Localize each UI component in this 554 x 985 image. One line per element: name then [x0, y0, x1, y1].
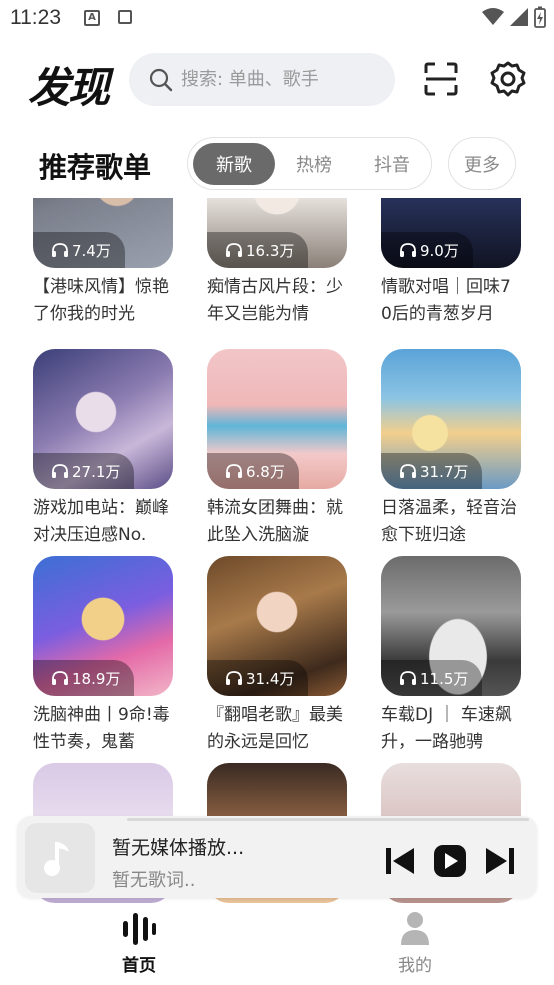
player-album-art[interactable]	[25, 823, 95, 893]
recommend-section-header: 推荐歌单 新歌 热榜 抖音 更多	[0, 137, 554, 191]
playlist-title[interactable]: 日落温柔，轻音治愈下班归途	[381, 495, 521, 549]
play-count: 31.4万	[246, 669, 295, 688]
headphones-icon	[226, 671, 242, 685]
playlist-card[interactable]: 7.4万【港味风情】惊艳了你我的时光	[33, 198, 173, 328]
mini-player[interactable]: 暂无媒体播放... 暂无歌词..	[17, 816, 537, 898]
play-count: 6.8万	[246, 462, 285, 481]
playlist-card[interactable]: 9.0万情歌对唱｜回味70后的青葱岁月	[381, 198, 521, 328]
play-count: 7.4万	[72, 241, 111, 260]
playlist-title[interactable]: 痴情古风片段：少年又岂能为情	[207, 274, 347, 328]
playlist-cover[interactable]: 31.7万	[381, 349, 521, 489]
nav-mine[interactable]: 我的	[375, 911, 455, 976]
search-bar[interactable]	[129, 53, 395, 106]
next-track-icon[interactable]	[483, 844, 517, 878]
nav-home-label: 首页	[122, 956, 156, 976]
status-bar: 11:23 A	[0, 0, 554, 36]
headphones-icon	[52, 671, 68, 685]
play-count-badge: 7.4万	[33, 232, 125, 268]
playlist-title[interactable]: 洗脑神曲丨9命!毒性节奏，鬼蓄	[33, 702, 173, 756]
play-count-badge: 11.5万	[381, 660, 483, 696]
player-title: 暂无媒体播放...	[112, 837, 245, 859]
playlist-cover[interactable]: 9.0万	[381, 198, 521, 268]
section-title: 推荐歌单	[39, 151, 152, 184]
playlist-cover[interactable]: 18.9万	[33, 556, 173, 696]
headphones-icon	[226, 243, 242, 257]
playlist-cover[interactable]: 11.5万	[381, 556, 521, 696]
play-count-badge: 27.1万	[33, 453, 135, 489]
play-count-badge: 31.7万	[381, 453, 483, 489]
search-icon	[149, 68, 173, 91]
headphones-icon	[52, 243, 68, 257]
playlist-title[interactable]: 『翻唱老歌』最美的永远是回忆	[207, 702, 347, 756]
playlist-grid: 7.4万【港味风情】惊艳了你我的时光 16.3万痴情古风片段：少年又岂能为情 9.0…	[0, 198, 554, 903]
play-count-badge: 6.8万	[207, 453, 299, 489]
playlist-title[interactable]: 游戏加电站：巅峰对决压迫感No.	[33, 495, 173, 549]
more-button[interactable]: 更多	[448, 137, 516, 190]
play-count-badge: 16.3万	[207, 232, 309, 268]
search-input[interactable]	[181, 69, 381, 90]
playlist-cover[interactable]: 27.1万	[33, 349, 173, 489]
headphones-icon	[52, 464, 68, 478]
playlist-cover[interactable]: 16.3万	[207, 198, 347, 268]
user-profile-icon	[401, 912, 429, 945]
header: 发现	[0, 50, 554, 112]
playlist-card[interactable]: 16.3万痴情古风片段：少年又岂能为情	[207, 198, 347, 328]
tab-new-songs[interactable]: 新歌	[193, 142, 275, 185]
playlist-card[interactable]: 6.8万韩流女团舞曲：就此坠入洗脑漩	[207, 349, 347, 549]
tab-hot-chart[interactable]: 热榜	[275, 143, 353, 185]
app-notification-icon: A	[84, 10, 100, 26]
playlist-title[interactable]: 【港味风情】惊艳了你我的时光	[33, 274, 173, 328]
playlist-card[interactable]: 11.5万车载DJ ｜ 车速飙升，一路驰骋	[381, 556, 521, 756]
playlist-card[interactable]: 27.1万游戏加电站：巅峰对决压迫感No.	[33, 349, 173, 549]
player-lyric: 暂无歌词..	[112, 870, 196, 891]
play-count-badge: 18.9万	[33, 660, 135, 696]
playlist-title[interactable]: 车载DJ ｜ 车速飙升，一路驰骋	[381, 702, 521, 756]
nav-home[interactable]: 首页	[99, 911, 179, 976]
bottom-navigation: 首页 我的	[0, 903, 554, 985]
player-progress-bar[interactable]	[127, 818, 529, 821]
playlist-tabs: 新歌 热榜 抖音	[187, 137, 432, 190]
play-count: 18.9万	[72, 669, 121, 688]
headphones-icon	[400, 464, 416, 478]
playlist-card[interactable]: 31.4万『翻唱老歌』最美的永远是回忆	[207, 556, 347, 756]
settings-gear-icon[interactable]	[489, 60, 527, 98]
play-count: 27.1万	[72, 462, 121, 481]
status-time: 11:23	[10, 6, 61, 29]
wifi-icon	[482, 8, 504, 25]
status-icons	[482, 6, 546, 28]
signal-icon	[510, 8, 528, 26]
playlist-title[interactable]: 情歌对唱｜回味70后的青葱岁月	[381, 274, 521, 328]
playlist-cover[interactable]: 7.4万	[33, 198, 173, 268]
play-icon[interactable]	[433, 844, 467, 878]
nav-mine-label: 我的	[398, 956, 432, 976]
play-count: 16.3万	[246, 241, 295, 260]
play-count: 9.0万	[420, 241, 459, 260]
page-title: 发现	[28, 63, 110, 112]
playlist-cover[interactable]: 6.8万	[207, 349, 347, 489]
headphones-icon	[400, 671, 416, 685]
play-count-badge: 9.0万	[381, 232, 473, 268]
battery-icon	[534, 6, 546, 28]
home-waveform-icon	[123, 913, 156, 945]
play-count-badge: 31.4万	[207, 660, 309, 696]
headphones-icon	[400, 243, 416, 257]
playlist-title[interactable]: 韩流女团舞曲：就此坠入洗脑漩	[207, 495, 347, 549]
play-count: 11.5万	[420, 669, 469, 688]
play-count: 31.7万	[420, 462, 469, 481]
playlist-card[interactable]: 31.7万日落温柔，轻音治愈下班归途	[381, 349, 521, 549]
scan-icon[interactable]	[424, 62, 458, 96]
previous-track-icon[interactable]	[383, 844, 417, 878]
screenshot-notification-icon	[118, 10, 132, 24]
playlist-card[interactable]: 18.9万洗脑神曲丨9命!毒性节奏，鬼蓄	[33, 556, 173, 756]
music-note-icon	[44, 842, 69, 876]
playlist-cover[interactable]: 31.4万	[207, 556, 347, 696]
tab-douyin[interactable]: 抖音	[353, 143, 431, 185]
headphones-icon	[226, 464, 242, 478]
